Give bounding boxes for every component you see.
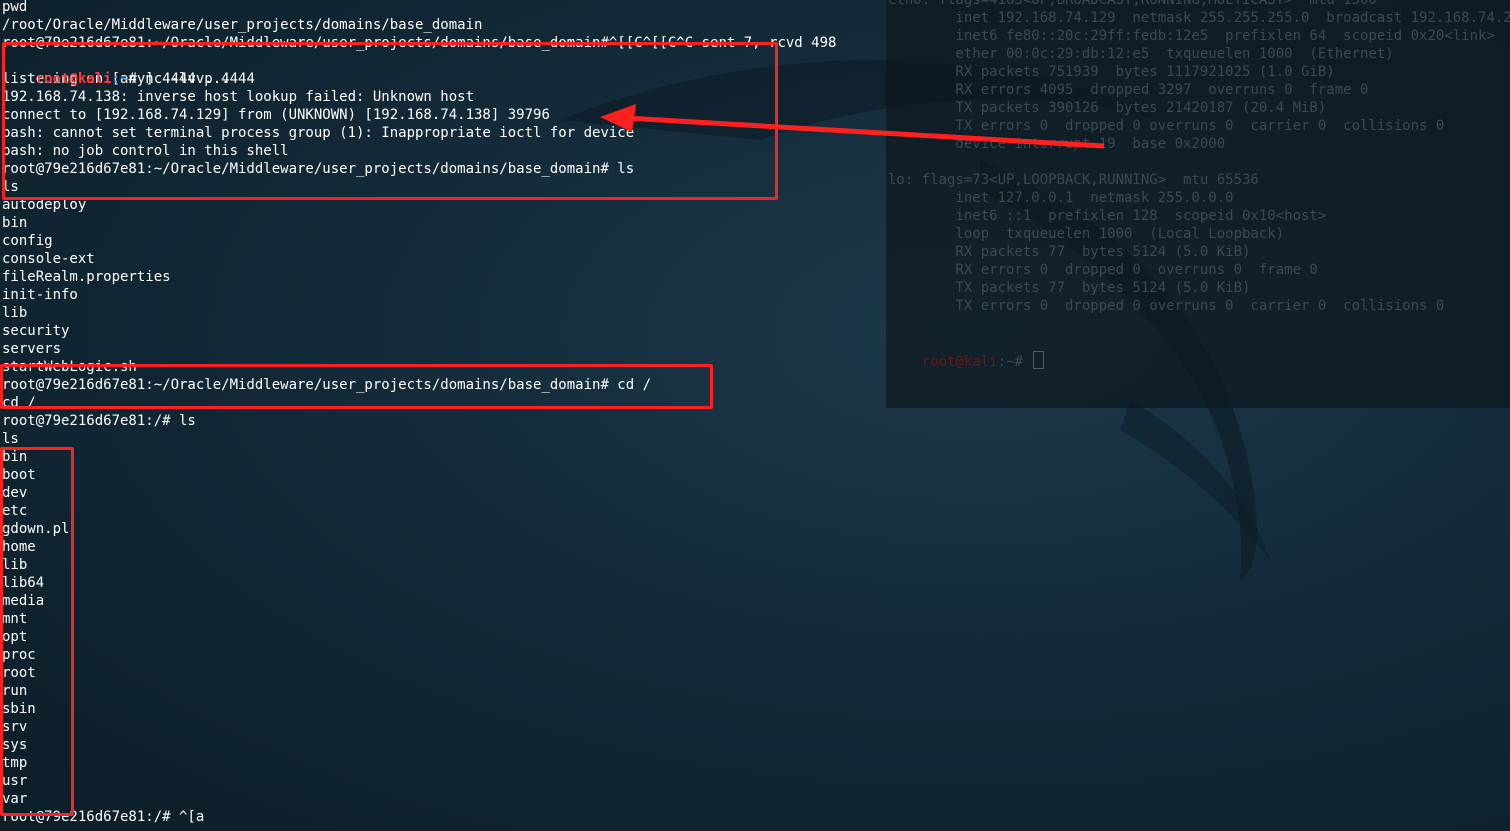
terminal-line: lib [2, 557, 28, 573]
terminal-line: bin [2, 215, 28, 231]
background-prompt-user: root@kali [921, 354, 998, 370]
kali-prompt-user: root@kali [35, 71, 112, 87]
background-terminal-line: TX packets 77 bytes 5124 (5.0 KiB) [888, 280, 1251, 296]
terminal-line: root@79e216d67e81:~/Oracle/Middleware/us… [2, 35, 837, 51]
background-terminal-line: loop txqueuelen 1000 (Local Loopback) [888, 226, 1285, 242]
background-terminal-line: RX errors 0 dropped 0 overruns 0 frame 0 [888, 262, 1318, 278]
terminal-line: boot [2, 467, 36, 483]
background-terminal-prompt: root@kali:~# [888, 333, 1045, 389]
terminal-line: ls [2, 179, 19, 195]
background-terminal-window[interactable]: eth0: flags=4163<UP,BROADCAST,RUNNING,MU… [886, 0, 1510, 408]
kali-prompt-line: root@kali:~# nc -lvvp 4444 [2, 52, 255, 106]
background-terminal-line: device interrupt 19 base 0x2000 [888, 136, 1226, 152]
terminal-line: pwd [2, 0, 28, 15]
terminal-line: ls [2, 431, 19, 447]
terminal-line: usr [2, 773, 28, 789]
terminal-line: connect to [192.168.74.129] from (UNKNOW… [2, 107, 550, 123]
background-terminal-line: RX errors 4095 dropped 3297 overruns 0 f… [888, 82, 1369, 98]
terminal-line: sbin [2, 701, 36, 717]
background-terminal-line: RX packets 77 bytes 5124 (5.0 KiB) [888, 244, 1251, 260]
terminal-line: root@79e216d67e81:/# ^[a [2, 809, 205, 825]
terminal-line: /root/Oracle/Middleware/user_projects/do… [2, 17, 483, 33]
terminal-line: root@79e216d67e81:/# ls [2, 413, 196, 429]
background-terminal-line: TX errors 0 dropped 0 overruns 0 carrier… [888, 118, 1445, 134]
terminal-line: home [2, 539, 36, 555]
cursor-block-icon [1033, 351, 1045, 369]
terminal-line: console-ext [2, 251, 95, 267]
terminal-line: fileRealm.properties [2, 269, 171, 285]
background-terminal-line: inet6 ::1 prefixlen 128 scopeid 0x10<hos… [888, 208, 1327, 224]
terminal-line: bash: cannot set terminal process group … [2, 125, 635, 141]
terminal-line: cd / [2, 395, 36, 411]
background-terminal-line: inet 127.0.0.1 netmask 255.0.0.0 [888, 190, 1234, 206]
background-terminal-line: RX packets 751939 bytes 1117921025 (1.0 … [888, 64, 1335, 80]
terminal-line: autodeploy [2, 197, 87, 213]
terminal-line: bash: no job control in this shell [2, 143, 289, 159]
terminal-line: var [2, 791, 28, 807]
terminal-line: root@79e216d67e81:~/Oracle/Middleware/us… [2, 377, 652, 393]
terminal-line: tmp [2, 755, 28, 771]
background-terminal-line: inet 192.168.74.129 netmask 255.255.255.… [888, 10, 1510, 26]
terminal-line: bin [2, 449, 28, 465]
terminal-line: security [2, 323, 70, 339]
background-terminal-line: ether 00:0c:29:db:12:e5 txqueuelen 1000 … [888, 46, 1394, 62]
terminal-line: media [2, 593, 45, 609]
terminal-line: run [2, 683, 28, 699]
terminal-line: init-info [2, 287, 78, 303]
terminal-line: dev [2, 485, 28, 501]
terminal-line: opt [2, 629, 28, 645]
terminal-line: startWebLogic.sh [2, 359, 137, 375]
background-terminal-line: eth0: flags=4163<UP,BROADCAST,RUNNING,MU… [888, 0, 1377, 8]
kali-prompt-path: :~ [111, 71, 129, 87]
background-prompt-suffix: :~# [997, 354, 1032, 370]
background-terminal-line: TX errors 0 dropped 0 overruns 0 carrier… [888, 298, 1445, 314]
background-terminal-line: TX packets 390126 bytes 21420187 (20.4 M… [888, 100, 1327, 116]
terminal-line: lib64 [2, 575, 45, 591]
terminal-line: etc [2, 503, 28, 519]
terminal-line: mnt [2, 611, 28, 627]
terminal-line: sys [2, 737, 28, 753]
terminal-line: srv [2, 719, 28, 735]
terminal-line: root [2, 665, 36, 681]
terminal-line: gdown.pl [2, 521, 70, 537]
kali-command: # nc -lvvp 4444 [128, 71, 255, 87]
terminal-line: proc [2, 647, 36, 663]
terminal-line: lib [2, 305, 28, 321]
background-terminal-line: inet6 fe80::20c:29ff:fedb:12e5 prefixlen… [888, 28, 1495, 44]
terminal-line: servers [2, 341, 62, 357]
background-terminal-line: lo: flags=73<UP,LOOPBACK,RUNNING> mtu 65… [888, 172, 1259, 188]
terminal-line: root@79e216d67e81:~/Oracle/Middleware/us… [2, 161, 635, 177]
terminal-line: config [2, 233, 53, 249]
